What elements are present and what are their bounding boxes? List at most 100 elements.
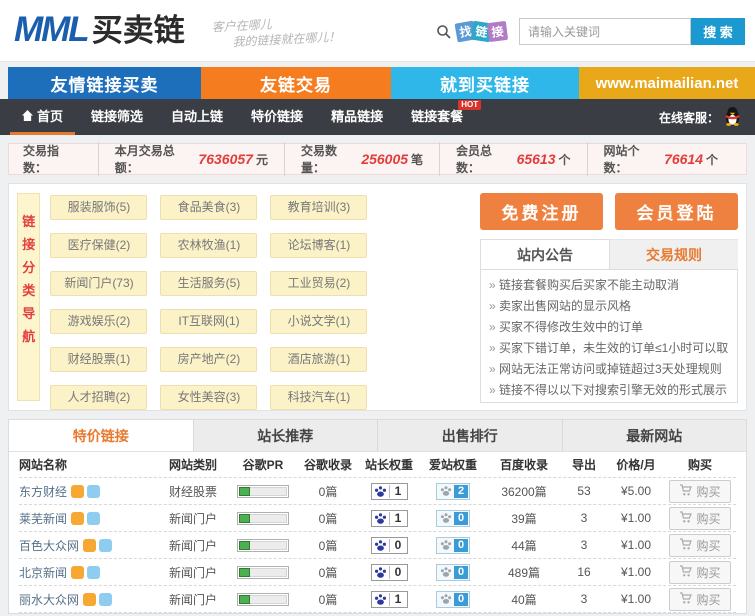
site-category: 新闻门户 — [159, 510, 227, 527]
tab-announcements[interactable]: 站内公告 — [480, 239, 610, 269]
category-button[interactable]: 财经股票(1) — [50, 347, 147, 372]
rule-item[interactable]: 买家不得修改生效中的订单 — [489, 317, 729, 338]
trade-index-title: 交易指数： — [21, 142, 98, 176]
tab-trade-rules[interactable]: 交易规则 — [610, 239, 738, 269]
table-row: 东方财经 财经股票 0篇 1 — [19, 478, 736, 505]
cart-icon — [679, 538, 692, 553]
paw-icon — [438, 566, 454, 578]
nav-item-home[interactable]: 首页 — [8, 99, 77, 135]
search-icon — [436, 24, 452, 40]
side-panel: 免费注册 会员登陆 站内公告 交易规则 链接套餐购买后买家不能主动取消 卖家出售… — [480, 193, 738, 401]
aizhan-weight-value: 2 — [454, 485, 468, 498]
banner-segment-2: 友链交易 — [201, 67, 391, 99]
pr-rest — [250, 487, 287, 496]
buy-button[interactable]: 购买 — [669, 588, 730, 611]
paw-icon — [438, 485, 454, 497]
promo-badge-blue-icon — [87, 566, 100, 579]
login-button[interactable]: 会员登陆 — [615, 193, 738, 230]
stat-site-count-value: 76614 — [664, 151, 703, 167]
stat-trade-count-value: 256005 — [361, 151, 408, 167]
paw-icon — [438, 539, 454, 551]
logo-cn-text: 买卖链 — [92, 14, 185, 48]
export-count: 16 — [563, 565, 605, 579]
site-name-link[interactable]: 北京新闻 — [19, 564, 67, 581]
export-count: 3 — [563, 538, 605, 552]
rule-item[interactable]: 网站无法正常访问或掉链超过3天处理规则 — [489, 359, 729, 380]
rule-item[interactable]: 卖家出售网站的显示风格 — [489, 296, 729, 317]
buy-button-label: 购买 — [696, 537, 720, 554]
paw-icon — [372, 512, 390, 525]
category-button[interactable]: 酒店旅游(1) — [270, 347, 367, 372]
tab-webmaster-picks[interactable]: 站长推荐 — [193, 420, 378, 451]
nav-item-link-packages[interactable]: 链接套餐HOT — [397, 99, 477, 135]
category-button[interactable]: 生活服务(5) — [160, 271, 257, 296]
search-input[interactable] — [519, 18, 691, 45]
promo-badge-orange-icon — [71, 485, 84, 498]
price-per-month: ¥1.00 — [605, 565, 667, 579]
webmaster-weight-value: 0 — [390, 538, 407, 552]
category-button[interactable]: 农林牧渔(1) — [160, 233, 257, 258]
col-buy: 购买 — [667, 456, 733, 473]
category-grid: 服装服饰(5) 食品美食(3) 教育培训(3) 医疗保健(2) 农林牧渔(1) … — [50, 193, 478, 401]
online-service-label: 在线客服： — [659, 109, 719, 126]
buy-button[interactable]: 购买 — [669, 507, 730, 530]
nav-item-special-links[interactable]: 特价链接 — [237, 99, 317, 135]
tab-special-links[interactable]: 特价链接 — [9, 420, 193, 451]
baidu-index-value: 40篇 — [485, 591, 563, 608]
webmaster-weight-badge: 0 — [371, 564, 408, 581]
site-name-link[interactable]: 丽水大众网 — [19, 591, 79, 608]
category-button[interactable]: IT互联网(1) — [160, 309, 257, 334]
rule-item[interactable]: 链接不得以以下对搜索引擎无效的形式展示 — [489, 380, 729, 401]
site-name-link[interactable]: 莱芜新闻 — [19, 510, 67, 527]
slogan: 客户在哪儿 我的链接就在哪儿！ — [211, 13, 341, 52]
webmaster-weight-value: 1 — [390, 484, 407, 498]
price-per-month: ¥1.00 — [605, 511, 667, 525]
google-index-value: 0篇 — [299, 483, 357, 500]
buy-button[interactable]: 购买 — [669, 561, 730, 584]
aizhan-weight-value: 0 — [454, 593, 468, 606]
stat-trade-count: 交易数量：256005笔 — [284, 142, 439, 176]
table-row: 北京新闻 新闻门户 0篇 0 — [19, 559, 736, 586]
category-button[interactable]: 论坛博客(1) — [270, 233, 367, 258]
pr-fill — [239, 487, 250, 496]
google-pr-bar — [227, 592, 299, 606]
cart-icon — [679, 484, 692, 499]
category-button[interactable]: 游戏娱乐(2) — [50, 309, 147, 334]
category-button[interactable]: 服装服饰(5) — [50, 195, 147, 220]
col-webmaster-weight: 站长权重 — [357, 456, 421, 473]
rule-item[interactable]: 买家下错订单，未生效的订单≤1小时可以取消 — [489, 338, 729, 359]
category-button[interactable]: 人才招聘(2) — [50, 385, 147, 410]
nav-item-auto-link[interactable]: 自动上链 — [157, 99, 237, 135]
buy-button[interactable]: 购买 — [669, 480, 730, 503]
category-button[interactable]: 新闻门户(73) — [50, 271, 147, 296]
site-name-link[interactable]: 百色大众网 — [19, 537, 79, 554]
category-button[interactable]: 教育培训(3) — [270, 195, 367, 220]
nav-item-link-filter[interactable]: 链接筛选 — [77, 99, 157, 135]
site-logo: MML 买卖链 — [14, 12, 185, 48]
buy-button[interactable]: 购买 — [669, 534, 730, 557]
rule-item[interactable]: 链接套餐购买后买家不能主动取消 — [489, 275, 729, 296]
category-button[interactable]: 医疗保健(2) — [50, 233, 147, 258]
rules-list: 链接套餐购买后买家不能主动取消 卖家出售网站的显示风格 买家不得修改生效中的订单… — [480, 269, 738, 403]
export-count: 3 — [563, 511, 605, 525]
nav-item-premium-links[interactable]: 精品链接 — [317, 99, 397, 135]
search-button[interactable]: 搜 索 — [691, 18, 745, 45]
tab-newest-sites[interactable]: 最新网站 — [562, 420, 747, 451]
category-button[interactable]: 科技汽车(1) — [270, 385, 367, 410]
category-button[interactable]: 食品美食(3) — [160, 195, 257, 220]
category-button[interactable]: 工业贸易(2) — [270, 271, 367, 296]
tab-sales-ranking[interactable]: 出售排行 — [377, 420, 562, 451]
main-panel: 链接分类导航 服装服饰(5) 食品美食(3) 教育培训(3) 医疗保健(2) 农… — [8, 183, 747, 411]
side-tabs: 站内公告 交易规则 — [480, 239, 738, 269]
qq-icon[interactable] — [724, 106, 741, 129]
category-button[interactable]: 小说文学(1) — [270, 309, 367, 334]
register-button[interactable]: 免费注册 — [480, 193, 603, 230]
google-pr-bar — [227, 565, 299, 579]
baidu-index-value: 36200篇 — [485, 483, 563, 500]
aizhan-weight-value: 0 — [454, 512, 468, 525]
promo-banner: 友情链接买卖 友链交易 就到买链接 www.maimailian.net — [0, 67, 755, 99]
category-button[interactable]: 女性美容(3) — [160, 385, 257, 410]
site-name-link[interactable]: 东方财经 — [19, 483, 67, 500]
category-button[interactable]: 房产地产(2) — [160, 347, 257, 372]
stat-member-count-value: 65613 — [517, 151, 556, 167]
